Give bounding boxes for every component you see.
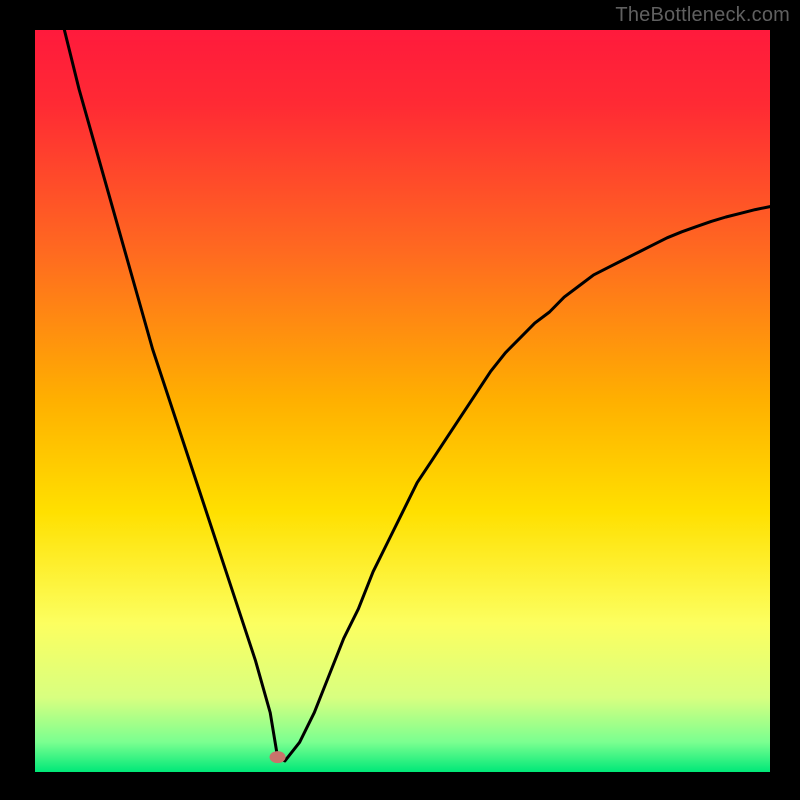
bottleneck-chart [0, 0, 800, 800]
optimal-point-marker [270, 751, 286, 763]
plot-background [35, 30, 770, 772]
chart-frame: TheBottleneck.com [0, 0, 800, 800]
watermark-text: TheBottleneck.com [615, 4, 790, 27]
